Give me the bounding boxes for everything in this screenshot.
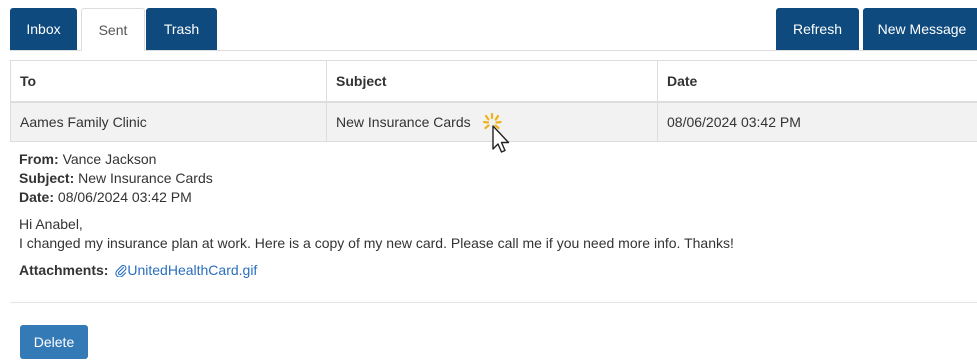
message-body: I changed my insurance plan at work. Her… — [19, 235, 734, 251]
cell-to: Aames Family Clinic — [10, 103, 326, 141]
from-label: From: — [19, 151, 59, 167]
tab-trash[interactable]: Trash — [146, 8, 217, 50]
cell-subject: New Insurance Cards — [326, 103, 657, 141]
new-message-button[interactable]: New Message — [863, 8, 977, 50]
delete-button-label: Delete — [33, 334, 75, 350]
column-header-date-label: Date — [667, 73, 698, 89]
column-header-subject: Subject — [326, 61, 657, 101]
from-value: Vance Jackson — [62, 151, 157, 167]
paperclip-icon — [114, 263, 127, 282]
tab-sent[interactable]: Sent — [81, 8, 145, 51]
cell-subject-text: New Insurance Cards — [336, 114, 471, 130]
message-details: From: Vance Jackson Subject: New Insuran… — [19, 150, 969, 282]
cell-date: 08/06/2024 03:42 PM — [657, 103, 977, 141]
message-page: Inbox Sent Trash Refresh New Message To … — [0, 0, 977, 362]
subject-label: Subject: — [19, 170, 75, 186]
attachments-label: Attachments: — [19, 262, 109, 278]
table-row[interactable]: Aames Family Clinic New Insurance Cards … — [10, 103, 977, 142]
cell-to-text: Aames Family Clinic — [20, 114, 147, 130]
date-value: 08/06/2024 03:42 PM — [57, 189, 192, 205]
tab-trash-label: Trash — [163, 21, 200, 37]
cell-date-text: 08/06/2024 03:42 PM — [667, 114, 801, 130]
refresh-button-label: Refresh — [792, 21, 843, 37]
date-label: Date: — [19, 189, 55, 205]
messages-table: To Subject Date Aames Family Clinic New … — [10, 60, 977, 142]
new-message-button-label: New Message — [877, 21, 967, 37]
column-header-date: Date — [657, 61, 977, 101]
subject-line: Subject: New Insurance Cards — [19, 169, 969, 188]
attachment-link[interactable]: UnitedHealthCard.gif — [127, 262, 257, 278]
refresh-button[interactable]: Refresh — [776, 8, 859, 50]
divider — [10, 302, 977, 303]
column-header-to: To — [10, 61, 326, 101]
from-line: From: Vance Jackson — [19, 150, 969, 169]
tab-sent-label: Sent — [98, 21, 128, 38]
tab-inbox-label: Inbox — [26, 21, 61, 37]
date-line: Date: 08/06/2024 03:42 PM — [19, 188, 969, 207]
tab-inbox[interactable]: Inbox — [10, 8, 77, 50]
message-greeting: Hi Anabel, — [19, 216, 83, 232]
table-header-row: To Subject Date — [10, 60, 977, 103]
attachments-line: Attachments: UnitedHealthCard.gif — [19, 261, 969, 282]
column-header-to-label: To — [20, 73, 37, 89]
delete-button[interactable]: Delete — [20, 325, 88, 359]
subject-value: New Insurance Cards — [78, 170, 213, 186]
column-header-subject-label: Subject — [336, 73, 387, 89]
